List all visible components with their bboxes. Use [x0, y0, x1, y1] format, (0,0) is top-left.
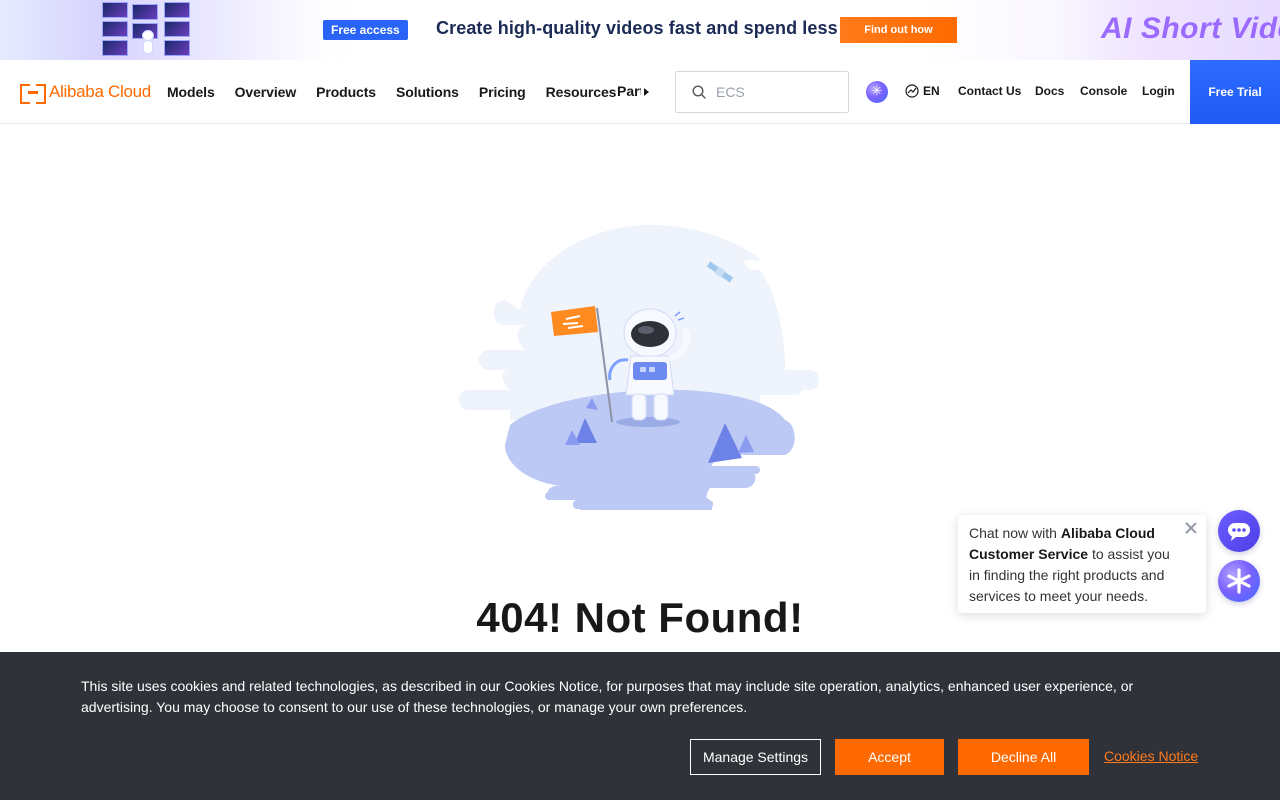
nav-item-resources[interactable]: Resources [546, 84, 617, 100]
nav-scroll-right-icon[interactable] [640, 84, 654, 100]
chat-bubble-icon [1228, 523, 1250, 541]
site-header: Alibaba Cloud Models Overview Products S… [0, 60, 1280, 124]
nav-item-products[interactable]: Products [316, 84, 376, 100]
nav-item-models[interactable]: Models [167, 84, 215, 100]
free-trial-button[interactable]: Free Trial [1190, 60, 1280, 124]
search-icon [692, 85, 706, 99]
cookie-text: This site uses cookies and related techn… [81, 678, 1134, 715]
promo-banner[interactable]: Free access Create high-quality videos f… [0, 0, 1280, 60]
nav-item-pricing[interactable]: Pricing [479, 84, 526, 100]
language-label: EN [923, 84, 940, 98]
promo-headline: Create high-quality videos fast and spen… [436, 18, 838, 38]
search-input[interactable] [716, 72, 844, 112]
sparkle-icon [1227, 568, 1251, 594]
robot-image [140, 30, 156, 58]
globe-icon [905, 84, 919, 98]
contact-us-link[interactable]: Contact Us [958, 84, 1021, 98]
chat-button[interactable] [1218, 510, 1260, 552]
alibaba-cloud-logo[interactable]: Alibaba Cloud [20, 82, 151, 104]
free-access-badge: Free access [323, 20, 408, 40]
promo-brand-text: AI Short Video [1101, 12, 1280, 45]
console-link[interactable]: Console [1080, 84, 1127, 98]
docs-link[interactable]: Docs [1035, 84, 1064, 98]
ai-assistant-icon[interactable] [866, 81, 888, 103]
decline-all-button[interactable]: Decline All [958, 739, 1089, 775]
cookie-banner: This site uses cookies and related techn… [0, 652, 1280, 800]
nav-item-partners[interactable]: Partners [617, 83, 641, 99]
ai-assistant-button[interactable] [1218, 560, 1260, 602]
astronaut-404-illustration [458, 225, 819, 510]
accept-button[interactable]: Accept [835, 739, 944, 775]
nav-item-solutions[interactable]: Solutions [396, 84, 459, 100]
main-nav: Models Overview Products Solutions Prici… [167, 60, 636, 124]
promo-artwork [0, 0, 330, 60]
cookies-notice-link[interactable]: Cookies Notice [1104, 748, 1198, 764]
login-link[interactable]: Login [1142, 84, 1175, 98]
search-box[interactable] [675, 71, 849, 113]
logo-mark-icon [20, 84, 46, 104]
language-selector[interactable]: EN [905, 84, 940, 98]
chat-prompt-popup[interactable]: Chat now with Alibaba Cloud Customer Ser… [958, 515, 1206, 613]
chat-prompt-prefix: Chat now with [969, 525, 1061, 541]
logo-text: Alibaba Cloud [49, 82, 151, 101]
close-icon[interactable] [1185, 522, 1197, 534]
find-out-how-button[interactable]: Find out how [840, 17, 957, 43]
manage-settings-button[interactable]: Manage Settings [690, 739, 821, 775]
nav-item-overview[interactable]: Overview [235, 84, 297, 100]
